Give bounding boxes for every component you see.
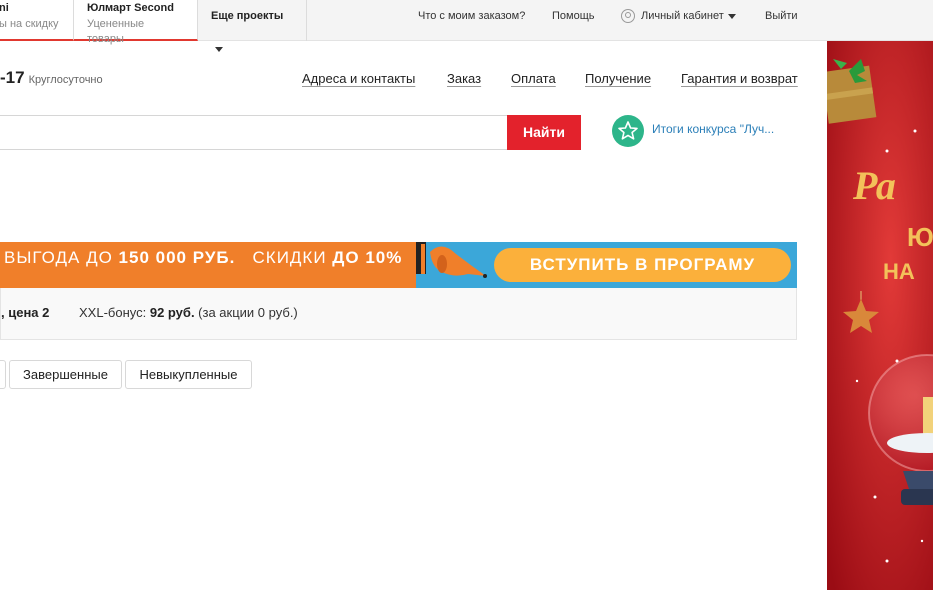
project-tab-sale[interactable]: ni ы на скидку bbox=[0, 0, 74, 41]
account-label: Личный кабинет bbox=[641, 10, 724, 22]
project-title: Юлмарт Second bbox=[87, 2, 174, 14]
tab-completed[interactable]: Завершенные bbox=[9, 360, 122, 389]
new-year-decoration-icon: Ра Ю НА bbox=[827, 41, 933, 590]
contest-results-link[interactable]: Итоги конкурса "Луч... bbox=[652, 122, 774, 136]
phone-number: -17 Круглосуточно bbox=[0, 68, 103, 88]
side-ad-banner[interactable]: Ра Ю НА bbox=[827, 41, 933, 590]
join-program-button[interactable]: ВСТУПИТЬ В ПРОГРАМУ bbox=[494, 248, 791, 282]
order-status-link[interactable]: Что с моим заказом? bbox=[418, 0, 525, 33]
help-link[interactable]: Помощь bbox=[552, 0, 595, 33]
search-button[interactable]: Найти bbox=[507, 115, 581, 150]
nav-addresses[interactable]: Адреса и контакты bbox=[302, 71, 415, 86]
promo-banner[interactable]: ВЫГОДА ДО 150 000 РУБ. СКИДКИ ДО 10% ВСТ… bbox=[0, 242, 797, 288]
more-projects-label: Еще проекты bbox=[211, 10, 284, 22]
order-price: , цена 2 bbox=[1, 305, 50, 320]
project-title: ni bbox=[0, 2, 9, 14]
project-subtitle: Уцененные товары bbox=[87, 18, 145, 45]
project-tab-second[interactable]: Юлмарт Second Уцененные товары bbox=[74, 0, 198, 45]
nav-warranty[interactable]: Гарантия и возврат bbox=[681, 71, 798, 86]
project-subtitle: ы на скидку bbox=[0, 18, 59, 30]
bonus-info: XXL-бонус: 92 руб. (за акции 0 руб.) bbox=[79, 305, 298, 320]
nav-delivery[interactable]: Получение bbox=[585, 71, 651, 86]
star-icon[interactable] bbox=[612, 115, 644, 147]
banner-subtitle2-text: НА bbox=[883, 259, 915, 284]
logout-link[interactable]: Выйти bbox=[765, 0, 798, 33]
phone-note: Круглосуточно bbox=[28, 74, 103, 86]
dachshund-icon bbox=[408, 242, 488, 288]
order-info-bar: , цена 2 XXL-бонус: 92 руб. (за акции 0 … bbox=[0, 288, 797, 340]
phone-digits: -17 bbox=[0, 68, 25, 87]
tab-active-partial[interactable] bbox=[0, 360, 6, 389]
chevron-down-icon bbox=[727, 13, 736, 19]
nav-order[interactable]: Заказ bbox=[447, 71, 481, 86]
more-projects-dropdown[interactable]: Еще проекты bbox=[198, 0, 307, 52]
promo-text: ВЫГОДА ДО 150 000 РУБ. СКИДКИ ДО 10% bbox=[4, 248, 403, 267]
nav-payment[interactable]: Оплата bbox=[511, 71, 556, 86]
top-bar: ni ы на скидку Юлмарт Second Уцененные т… bbox=[0, 0, 933, 52]
banner-subtitle-text: Ю bbox=[907, 222, 933, 252]
search-box bbox=[0, 115, 509, 150]
tab-not-redeemed[interactable]: Невыкупленные bbox=[125, 360, 252, 389]
search-input[interactable] bbox=[0, 116, 509, 149]
chevron-down-icon bbox=[215, 46, 223, 52]
user-icon bbox=[621, 9, 635, 24]
banner-title-text: Ра bbox=[852, 163, 896, 208]
account-dropdown[interactable]: Личный кабинет bbox=[621, 0, 736, 33]
